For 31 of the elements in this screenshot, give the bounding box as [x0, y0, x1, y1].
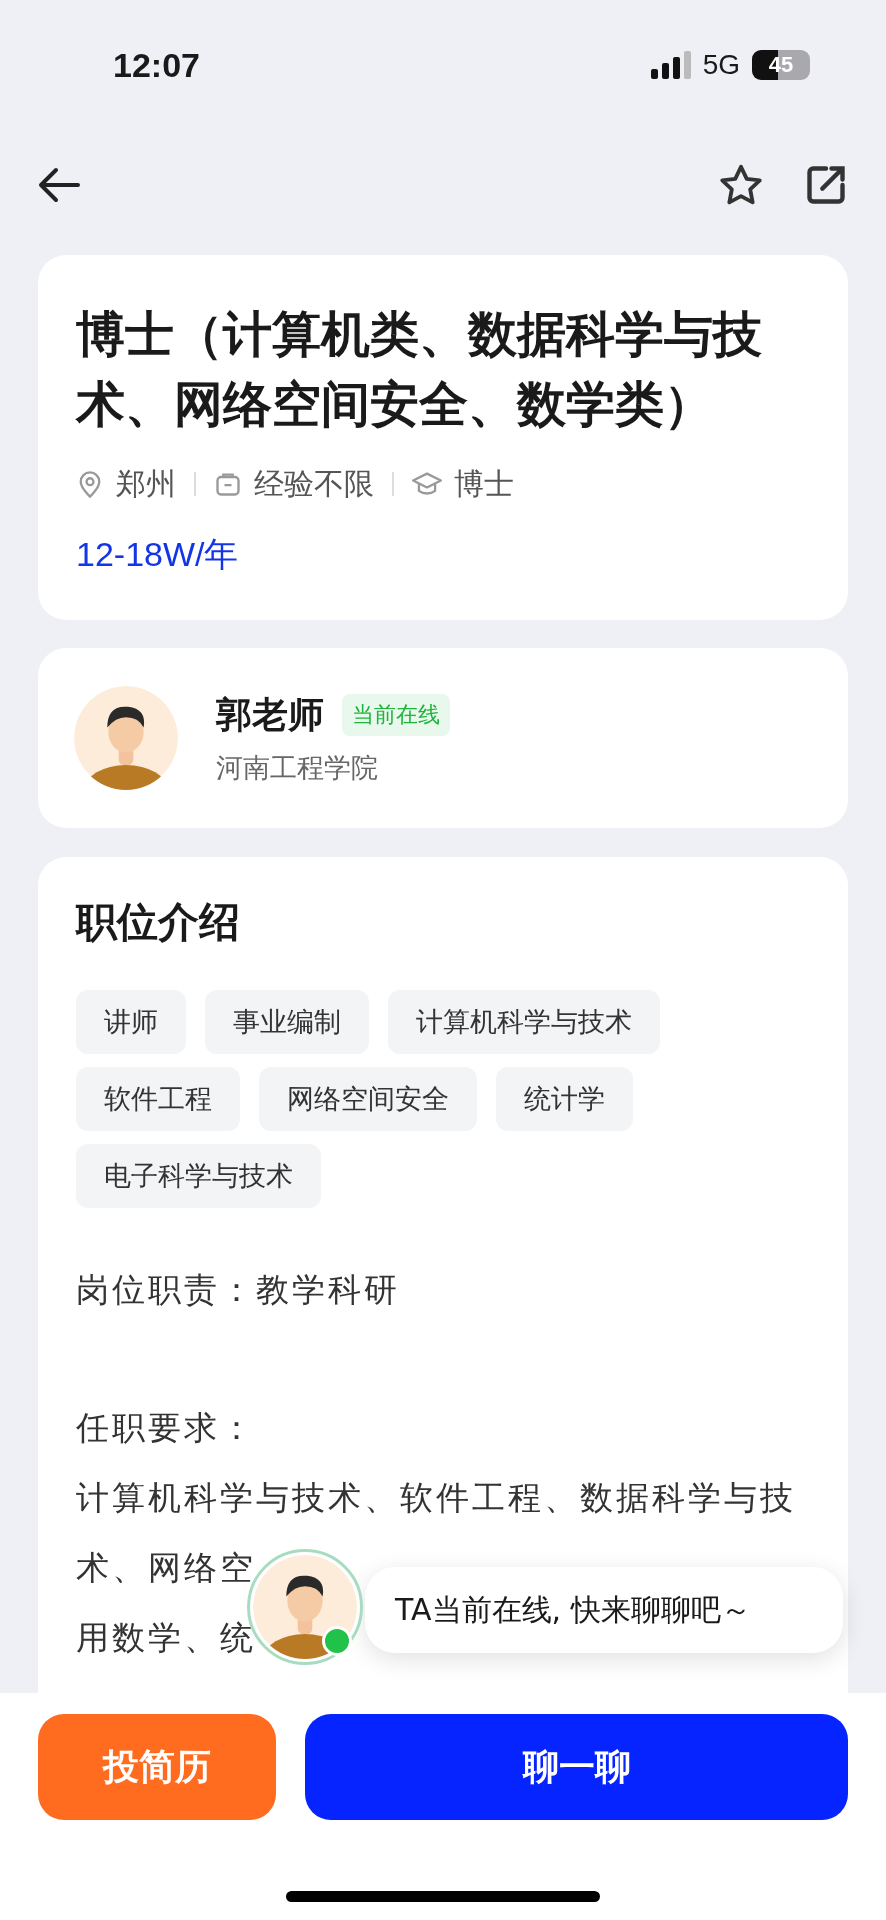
job-meta-text: 博士 — [454, 464, 514, 503]
job-meta-text: 郑州 — [116, 464, 176, 503]
requirements-text: 用数学、统 — [76, 1617, 256, 1659]
recruiter-card[interactable]: 郭老师 当前在线 河南工程学院 — [38, 648, 848, 828]
requirements-label: 任职要求： — [76, 1407, 257, 1449]
job-tag: 事业编制 — [205, 990, 369, 1054]
salary: 12-18W/年 — [76, 534, 240, 575]
online-status-badge: 当前在线 — [342, 694, 450, 736]
status-time: 12:07 — [113, 45, 200, 85]
recruiter-name: 郭老师 — [216, 692, 324, 737]
job-title: 博士（计算机类、数据科学与技术、网络空间安全、数学类） — [76, 305, 763, 435]
job-meta-text: 经验不限 — [254, 464, 374, 503]
signal-icon — [650, 51, 691, 79]
recruiter-organization: 河南工程学院 — [216, 750, 379, 785]
requirements-text: 计算机科学与技术、软件工程、数据科学与技 — [76, 1477, 796, 1519]
job-tag: 统计学 — [496, 1067, 633, 1131]
share-icon[interactable] — [804, 163, 848, 207]
chat-button[interactable]: 聊一聊 — [305, 1714, 848, 1820]
network-label: 5G — [702, 49, 740, 81]
job-tag: 软件工程 — [76, 1067, 240, 1131]
duty-text: 岗位职责：教学科研 — [76, 1269, 401, 1311]
graduation-cap-icon — [412, 471, 442, 497]
section-heading: 职位介绍 — [76, 897, 241, 947]
back-arrow-icon[interactable] — [38, 167, 80, 203]
requirements-text: 术、网络空 — [76, 1547, 256, 1589]
star-icon[interactable] — [718, 163, 764, 207]
chat-prompt-tooltip[interactable]: TA当前在线, 快来聊聊吧～ — [365, 1567, 843, 1653]
job-tag: 讲师 — [76, 990, 186, 1054]
job-tag: 网络空间安全 — [259, 1067, 477, 1131]
job-tag: 计算机科学与技术 — [388, 990, 660, 1054]
job-tag: 电子科学与技术 — [76, 1144, 321, 1208]
